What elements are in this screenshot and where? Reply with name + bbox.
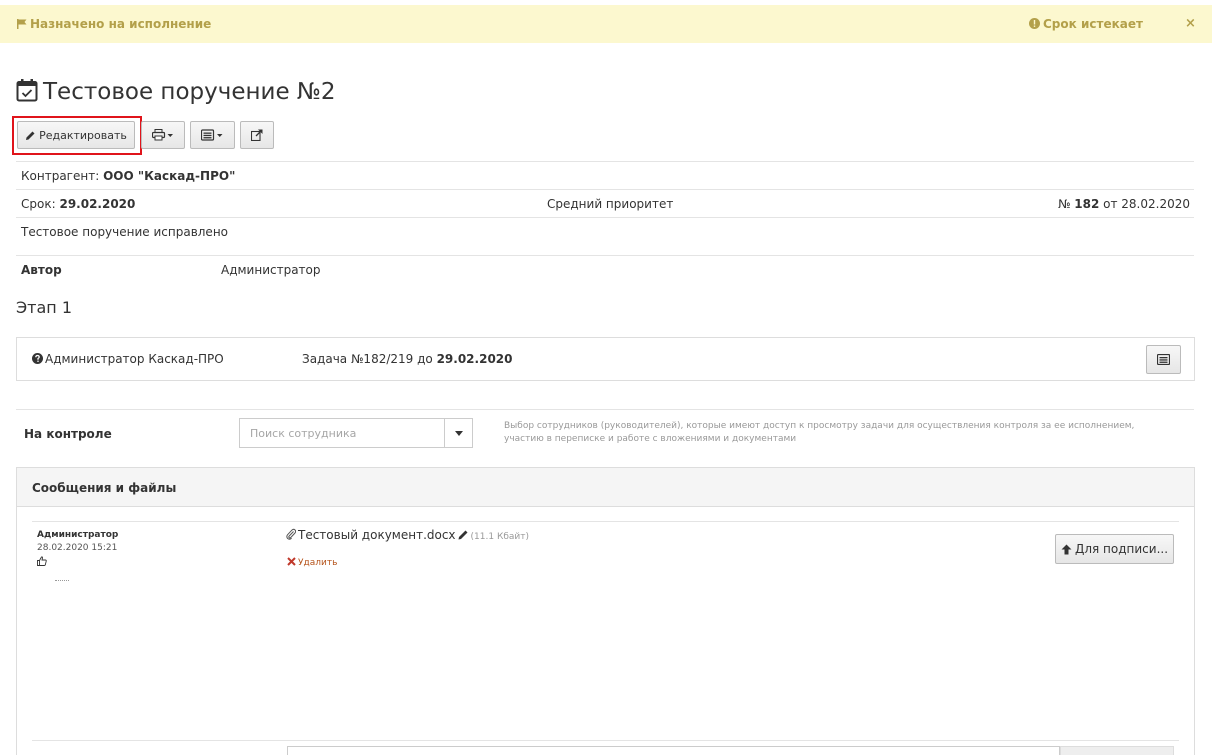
arrow-up-icon (1061, 544, 1072, 554)
employee-search-input[interactable] (240, 419, 444, 447)
counterparty-row: Контрагент: ООО "Каскад-ПРО" (21, 169, 235, 183)
stage-assignee: Администратор Каскад-ПРО (32, 352, 224, 366)
author-label: Автор (21, 263, 62, 277)
stage-details-button[interactable] (1146, 345, 1181, 374)
stage-task-prefix: Задача №182/219 до (302, 352, 433, 366)
message-datetime: 28.02.2020 15:21 (37, 543, 118, 553)
control-hint: Выбор сотрудников (руководителей), котор… (504, 421, 1135, 444)
status-alert-label: Назначено на исполнение (30, 17, 212, 31)
author-value: Администратор (221, 263, 321, 277)
stage-task[interactable]: Задача №182/219 до 29.02.2020 (302, 352, 513, 366)
counterparty-label: Контрагент: (21, 169, 100, 183)
control-label: На контроле (24, 427, 112, 441)
edit-button-label: Редактировать (39, 128, 127, 142)
divider (16, 161, 1194, 162)
message-author: Администратор (37, 530, 119, 540)
search-dropdown-toggle[interactable] (444, 419, 472, 447)
exclamation-circle-icon (1029, 18, 1040, 29)
list-alt-icon (201, 129, 223, 141)
list-menu-button[interactable] (190, 121, 235, 149)
flag-icon (17, 19, 27, 29)
separator-dots (55, 580, 69, 581)
deadline-alert-label: Срок истекает (1043, 17, 1143, 31)
employee-search-select[interactable] (239, 418, 473, 448)
pencil-icon (26, 131, 35, 140)
delete-attachment-label: Удалить (298, 558, 338, 568)
task-description: Тестовое поручение исправлено (21, 225, 228, 239)
status-alert-bar: Назначено на исполнение Срок истекает × (0, 5, 1212, 43)
message-input[interactable] (287, 746, 1060, 755)
messages-panel-title: Сообщения и файлы (32, 481, 177, 495)
external-link-icon (251, 129, 263, 141)
stage-assignee-name: Администратор Каскад-ПРО (45, 352, 224, 366)
attachment-file-name[interactable]: Тестовый документ.docx (298, 528, 456, 542)
deadline-alert: Срок истекает (1029, 17, 1143, 31)
divider (32, 521, 1179, 522)
divider (16, 409, 1194, 410)
edit-button[interactable]: Редактировать (17, 121, 135, 149)
question-circle-icon (32, 353, 43, 364)
deadline-value: 29.02.2020 (59, 197, 136, 211)
messages-panel: Сообщения и файлы (16, 467, 1195, 755)
stage-task-date: 29.02.2020 (436, 352, 513, 366)
send-for-signature-button[interactable]: Для подписи... (1055, 534, 1174, 564)
send-for-signature-label: Для подписи... (1074, 542, 1169, 556)
document-number: № 182 от 28.02.2020 (1058, 197, 1190, 211)
number-prefix: № (1057, 197, 1071, 211)
close-icon (287, 557, 296, 566)
pencil-icon[interactable] (458, 529, 469, 540)
deadline-row: Срок: 29.02.2020 (21, 197, 135, 211)
list-alt-icon (1157, 354, 1170, 365)
divider (32, 740, 1179, 741)
calendar-check-icon (16, 79, 38, 102)
divider (16, 189, 1194, 190)
thumbs-up-icon[interactable] (37, 556, 47, 566)
page-title: Тестовое поручение №2 (16, 78, 335, 108)
counterparty-value: ООО "Каскад-ПРО" (103, 169, 236, 183)
close-alert-button[interactable]: × (1185, 16, 1196, 31)
attachment-file-size: (11.1 Кбайт) (470, 532, 530, 542)
delete-attachment-link[interactable]: Удалить (287, 557, 337, 568)
messages-panel-header: Сообщения и файлы (17, 468, 1194, 507)
caret-down-icon (454, 430, 463, 436)
print-icon (152, 129, 173, 141)
print-button[interactable] (141, 121, 185, 149)
paperclip-icon (286, 528, 296, 540)
divider (16, 255, 1194, 256)
send-message-button[interactable] (1060, 746, 1174, 755)
status-alert: Назначено на исполнение (17, 17, 211, 31)
page-title-text: Тестовое поручение №2 (43, 79, 336, 105)
number-value: 182 (1074, 197, 1100, 211)
open-external-button[interactable] (240, 121, 274, 149)
stage-title: Этап 1 (16, 298, 73, 317)
divider (16, 217, 1194, 218)
deadline-label: Срок: (21, 197, 56, 211)
number-suffix: от 28.02.2020 (1103, 197, 1190, 211)
priority-text: Средний приоритет (547, 197, 674, 211)
attachment: Тестовый документ.docx (11.1 Кбайт) (286, 528, 529, 542)
